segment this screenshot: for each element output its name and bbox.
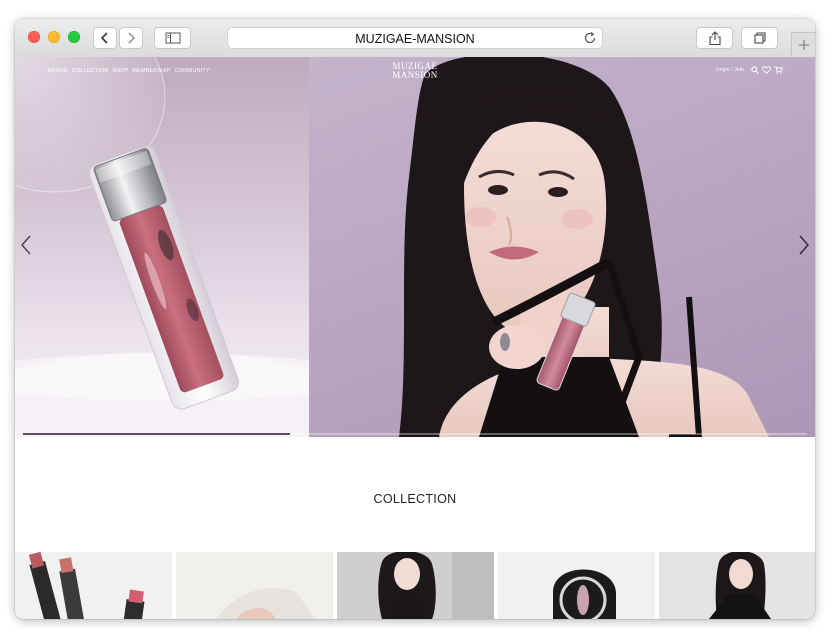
nav-link-membership[interactable]: MEMBERSHIP (132, 68, 170, 74)
share-icon (708, 31, 721, 46)
back-button[interactable] (93, 27, 117, 49)
next-slide-button[interactable] (798, 235, 810, 255)
address-bar[interactable]: MUZIGAE-MANSION (227, 27, 603, 49)
collection-thumbnails (15, 552, 815, 619)
zoom-window-button[interactable] (68, 31, 80, 43)
browser-toolbar: MUZIGAE-MANSION (15, 19, 815, 58)
chevron-left-icon (100, 32, 108, 44)
tabs-button[interactable] (741, 27, 778, 49)
reload-icon[interactable] (583, 31, 597, 45)
hero-slider: BRAND COLLECTION SHOP MEMBERSHIP COMMUNI… (15, 57, 815, 437)
nav-link-collection[interactable]: COLLECTION (72, 68, 108, 74)
site-logo[interactable]: MUZIGAE MANSION (387, 62, 443, 80)
collection-item-4[interactable] (498, 552, 655, 619)
site-nav: BRAND COLLECTION SHOP MEMBERSHIP COMMUNI… (48, 68, 210, 74)
model-blazer-thumbnail (659, 552, 815, 619)
forward-button[interactable] (119, 27, 143, 49)
model-image (309, 57, 815, 437)
url-text: MUZIGAE-MANSION (355, 32, 475, 46)
fabric-thumbnail (176, 552, 333, 619)
chevron-right-icon (128, 32, 136, 44)
collection-heading: COLLECTION (373, 492, 457, 506)
heart-icon[interactable] (762, 66, 771, 74)
model-thumbnail (337, 552, 494, 619)
plus-icon (798, 39, 809, 50)
lip-gloss-product-illustration (15, 57, 375, 437)
lipstick-thumbnail (15, 552, 172, 619)
cart-icon[interactable] (774, 66, 783, 74)
close-window-button[interactable] (28, 31, 40, 43)
share-button[interactable] (696, 27, 733, 49)
slider-progress-track (23, 433, 807, 435)
slider-progress-fill (23, 433, 290, 435)
logo-line-2: MANSION (392, 70, 438, 80)
nav-link-community[interactable]: COMMUNITY (175, 68, 210, 74)
collection-item-3[interactable] (337, 552, 494, 619)
search-icon[interactable] (751, 66, 759, 74)
collection-item-5[interactable] (659, 552, 815, 619)
product-ring-thumbnail (498, 552, 655, 619)
tabs-icon (753, 32, 766, 44)
nav-link-brand[interactable]: BRAND (48, 68, 68, 74)
model-portrait-illustration (399, 57, 769, 437)
collection-item-lipsticks[interactable] (15, 552, 172, 619)
login-link[interactable]: Login / Join (716, 67, 744, 73)
sidebar-button[interactable] (154, 27, 191, 49)
prev-slide-button[interactable] (20, 235, 32, 255)
collection-item-2[interactable] (176, 552, 333, 619)
browser-window: MUZIGAE-MANSION BRAND COLLECTION SHOP ME… (15, 19, 815, 619)
utility-nav: Login / Join (716, 66, 783, 74)
product-image (15, 57, 375, 437)
minimize-window-button[interactable] (48, 31, 60, 43)
new-tab-button[interactable] (791, 32, 815, 56)
sidebar-icon (165, 32, 180, 44)
nav-link-shop[interactable]: SHOP (112, 68, 128, 74)
